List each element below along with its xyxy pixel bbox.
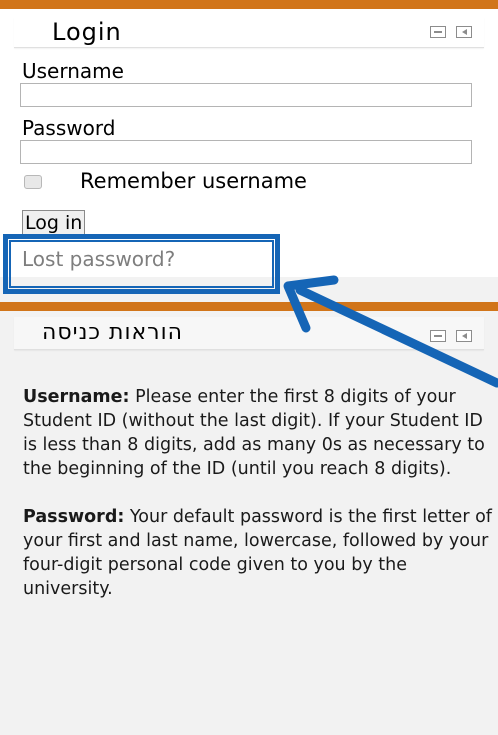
annotation-arrow-icon bbox=[283, 275, 498, 388]
